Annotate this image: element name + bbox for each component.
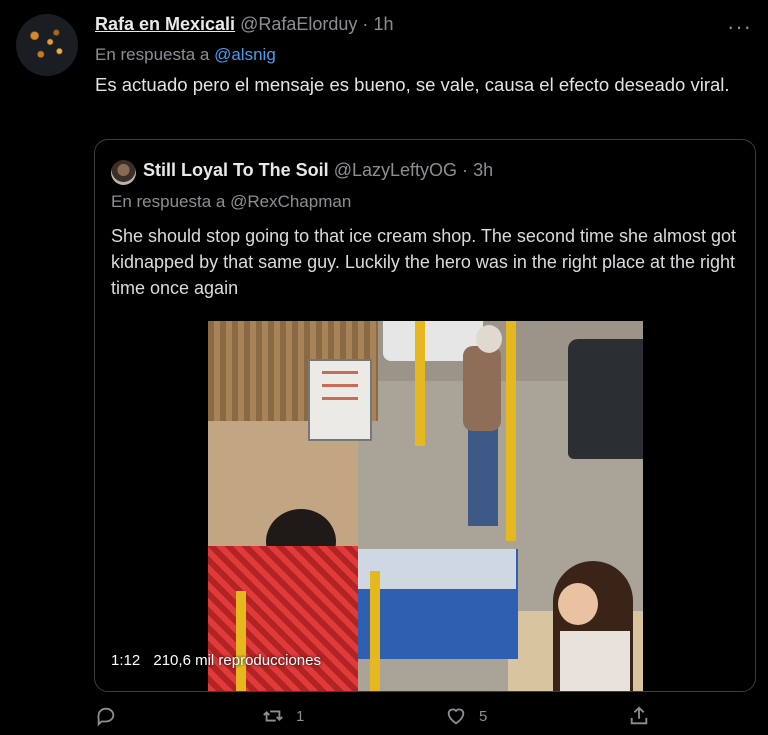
reply-icon xyxy=(97,707,115,727)
retweet-button[interactable]: 1 xyxy=(262,705,304,727)
quoted-timestamp[interactable]: 3h xyxy=(473,160,493,180)
display-name[interactable]: Rafa en Mexicali xyxy=(95,14,235,34)
video-cart xyxy=(208,546,358,691)
avatar[interactable] xyxy=(16,14,78,76)
quoted-reply-context: En respuesta a @RexChapman xyxy=(111,192,352,211)
like-button[interactable]: 5 xyxy=(445,705,487,727)
video-pole xyxy=(370,571,380,691)
retweet-icon xyxy=(263,710,283,722)
video-duration: 1:12 xyxy=(111,652,141,669)
quoted-header: Still Loyal To The Soil @LazyLeftyOG · 3… xyxy=(143,160,493,181)
quoted-display-name[interactable]: Still Loyal To The Soil xyxy=(143,160,329,180)
reply-context: En respuesta a @alsnig xyxy=(95,45,276,65)
like-count: 5 xyxy=(479,707,488,725)
quoted-handle[interactable]: @LazyLeftyOG xyxy=(334,160,457,180)
reply-button[interactable] xyxy=(95,705,129,727)
video-freezer-lid xyxy=(338,549,516,589)
reply-prefix: En respuesta a xyxy=(95,45,210,64)
quoted-separator: · xyxy=(462,160,469,180)
video-info: 1:12 210,6 mil reproducciones xyxy=(111,652,321,669)
retweet-count: 1 xyxy=(296,707,305,725)
video-pole xyxy=(236,591,246,691)
video-sign xyxy=(308,359,372,441)
share-icon xyxy=(630,706,648,725)
video-man-head xyxy=(476,325,502,353)
timestamp[interactable]: 1h xyxy=(373,14,393,34)
tweet-text: Es actuado pero el mensaje es bueno, se … xyxy=(95,74,730,95)
user-handle[interactable]: @RafaElorduy xyxy=(240,14,357,34)
video-girl-dress xyxy=(560,631,630,691)
video-pole xyxy=(415,321,425,446)
quoted-avatar[interactable] xyxy=(111,160,136,185)
more-icon[interactable]: ··· xyxy=(727,14,752,40)
heart-icon xyxy=(447,708,465,725)
video-girl-face xyxy=(558,583,598,625)
quoted-tweet[interactable]: Still Loyal To The Soil @LazyLeftyOG · 3… xyxy=(94,139,756,692)
tweet-header: Rafa en Mexicali @RafaElorduy · 1h xyxy=(95,14,393,35)
video-man-body xyxy=(463,346,501,431)
action-bar: 1 5 xyxy=(95,705,715,731)
quoted-text: She should stop going to that ice cream … xyxy=(111,226,737,298)
video-views: 210,6 mil reproducciones xyxy=(153,652,321,669)
tweet[interactable]: Rafa en Mexicali @RafaElorduy · 1h ··· E… xyxy=(0,0,768,735)
video-pole xyxy=(506,321,516,541)
video-player[interactable] xyxy=(208,321,643,691)
share-button[interactable] xyxy=(628,705,662,727)
video-man-legs xyxy=(468,426,498,526)
separator: · xyxy=(362,14,369,34)
reply-mention-link[interactable]: @alsnig xyxy=(214,45,276,64)
video-dark-car xyxy=(568,339,643,459)
